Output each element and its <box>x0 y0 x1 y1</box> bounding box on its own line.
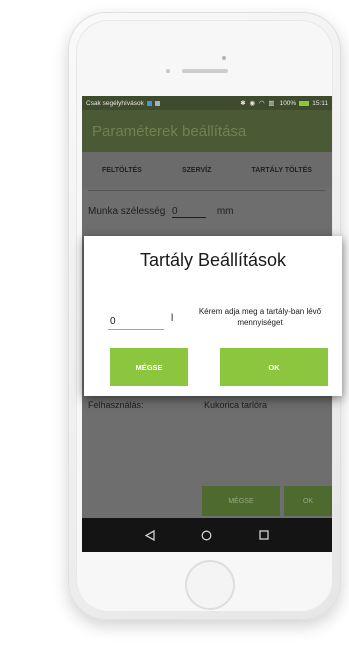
quantity-input[interactable]: 0 <box>108 314 164 330</box>
camera-icon <box>222 56 226 60</box>
tab-feltoltes[interactable]: FELTÖLTÉS <box>82 167 162 174</box>
page-title: Paraméterek beállítása <box>92 122 247 140</box>
felhasznalas-value[interactable]: Kukorica tarlóra <box>204 400 267 410</box>
app-bar: Paraméterek beállítása <box>82 110 332 152</box>
status-bar: Csak segélyhívások ✱ ◉ ◠ ▥ 100% 15:11 <box>82 96 332 110</box>
dialog-title: Tartály Beállítások <box>139 250 287 270</box>
tartaly-dialog: Tartály Beállítások 0 l Kérem adja meg a… <box>84 236 342 396</box>
recents-icon[interactable] <box>259 530 269 540</box>
sensor-icon <box>166 69 170 73</box>
back-icon[interactable] <box>145 529 155 541</box>
munka-unit: mm <box>216 206 234 217</box>
felhasznalas-label: Felhasználás: <box>88 400 144 410</box>
divider <box>88 190 326 191</box>
status-icons: ✱ ◉ ◠ ▥ <box>240 100 276 107</box>
dialog-cancel-button[interactable]: MÉGSE <box>110 348 188 386</box>
tab-bar: FELTÖLTÉS SZERVÍZ TARTÁLY TÖLTÉS <box>82 152 332 188</box>
munka-input[interactable]: 0 <box>172 206 207 218</box>
munka-row: Munka szélesség 0 mm <box>88 206 234 218</box>
battery-percent: 100% <box>279 99 297 107</box>
scene: Csak segélyhívások ✱ ◉ ◠ ▥ 100% 15:11 Pa… <box>0 0 349 652</box>
speaker-grille <box>182 69 228 73</box>
unit-label: l <box>171 313 174 324</box>
carrier-text: Csak segélyhívások <box>86 99 144 107</box>
munka-label: Munka szélesség <box>88 206 166 217</box>
clock: 15:11 <box>312 99 328 107</box>
home-button[interactable] <box>185 560 235 610</box>
home-icon[interactable] <box>201 530 212 541</box>
dialog-ok-button[interactable]: OK <box>220 348 328 386</box>
tab-szerviz[interactable]: SZERVÍZ <box>162 167 232 174</box>
battery-icon <box>299 100 310 106</box>
ok-button[interactable]: OK <box>284 486 332 516</box>
notification-icon <box>154 100 160 106</box>
cancel-button[interactable]: MÉGSE <box>202 486 280 516</box>
tab-tartaly-toltes[interactable]: TARTÁLY TÖLTÉS <box>231 167 332 174</box>
dialog-message: Kérem adja meg a tartály-ban lévő mennyi… <box>198 307 322 327</box>
android-nav-bar <box>82 518 332 552</box>
notification-icon <box>146 100 152 106</box>
